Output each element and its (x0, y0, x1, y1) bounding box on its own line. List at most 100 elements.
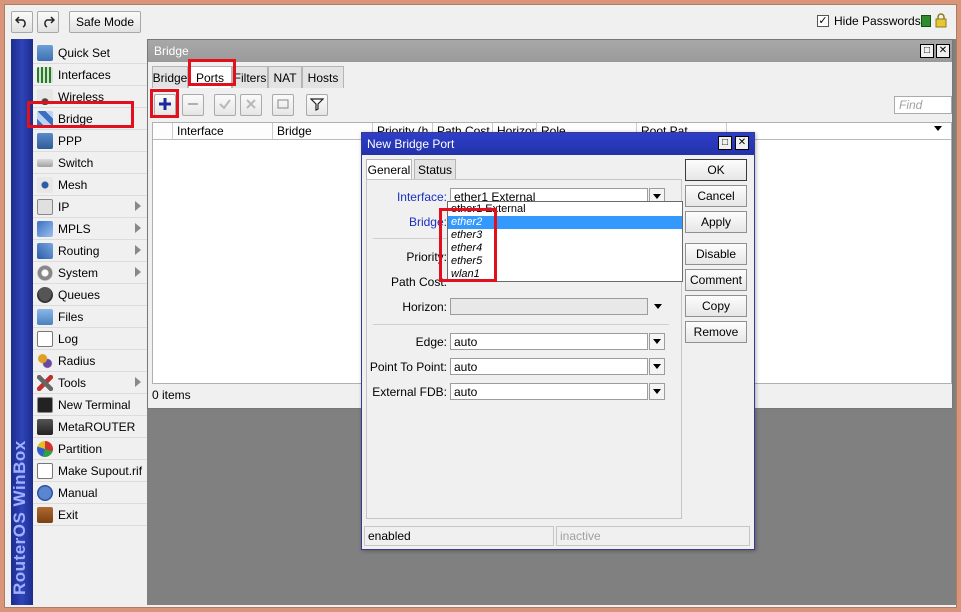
metarouter-icon (37, 418, 53, 435)
dropdown-option[interactable]: ether4 (448, 242, 682, 255)
disable-button[interactable] (240, 94, 262, 116)
sidebar-item-manual[interactable]: Manual (33, 482, 147, 504)
redo-button[interactable] (37, 11, 59, 33)
dialog-close-button[interactable]: ✕ (735, 136, 749, 150)
edge-dropdown-button[interactable] (649, 333, 665, 350)
sidebar-item-tools[interactable]: Tools (33, 372, 147, 394)
tools-icon (37, 374, 53, 391)
dropdown-option[interactable]: ether1 External (448, 203, 682, 216)
sidebar-item-new-terminal[interactable]: New Terminal (33, 394, 147, 416)
tab-status[interactable]: Status (414, 159, 456, 179)
tab-nat[interactable]: NAT (268, 66, 302, 88)
sidebar-item-routing[interactable]: Routing (33, 240, 147, 262)
horizon-dropdown-icon[interactable] (654, 304, 662, 309)
sidebar-item-partition[interactable]: Partition (33, 438, 147, 460)
comment-button[interactable] (272, 94, 294, 116)
sidebar-item-queues[interactable]: Queues (33, 284, 147, 306)
cancel-button[interactable]: Cancel (685, 185, 747, 207)
comment-button[interactable]: Comment (685, 269, 747, 291)
sidebar-item-radius[interactable]: Radius (33, 350, 147, 372)
submenu-arrow-icon (135, 377, 141, 387)
mesh-icon (37, 176, 53, 193)
sidebar-item-quick-set[interactable]: Quick Set (33, 42, 147, 64)
sidebar-item-mpls[interactable]: MPLS (33, 218, 147, 240)
sidebar-item-wireless[interactable]: Wireless (33, 86, 147, 108)
horizon-label: Horizon: (402, 300, 447, 314)
sidebar-item-log[interactable]: Log (33, 328, 147, 350)
ext-fdb-dropdown-button[interactable] (649, 383, 665, 400)
tab-ports[interactable]: Ports (188, 66, 232, 88)
sidebar-item-ip[interactable]: IP (33, 196, 147, 218)
radius-icon (37, 352, 53, 369)
sidebar-item-bridge[interactable]: Bridge (33, 108, 147, 130)
sidebar-item-interfaces[interactable]: Interfaces (33, 64, 147, 86)
sidebar-item-exit[interactable]: Exit (33, 504, 147, 526)
routing-icon (37, 242, 53, 259)
exit-icon (37, 506, 53, 523)
sidebar-item-files[interactable]: Files (33, 306, 147, 328)
add-button[interactable] (154, 94, 176, 116)
point-to-point-select[interactable]: auto (450, 358, 648, 375)
edge-label: Edge: (415, 335, 447, 349)
sidebar-item-metarouter[interactable]: MetaROUTER (33, 416, 147, 438)
sidebar-item-label: Routing (58, 243, 100, 258)
item-count: 0 items (152, 388, 191, 402)
new-bridge-port-dialog: New Bridge Port □ ✕ General Status Inter… (361, 132, 755, 550)
check-icon (218, 97, 232, 114)
sidebar-item-system[interactable]: System (33, 262, 147, 284)
dialog-maximize-button[interactable]: □ (718, 136, 732, 150)
sidebar-item-make-supout[interactable]: Make Supout.rif (33, 460, 147, 482)
sidebar-item-label: Quick Set (58, 45, 111, 60)
lock-icon (935, 13, 947, 31)
x-icon (244, 97, 258, 114)
submenu-arrow-icon (135, 201, 141, 211)
dropdown-option[interactable]: wlan1 (448, 268, 682, 281)
sidebar-item-label: Make Supout.rif (58, 463, 143, 478)
sidebar-item-label: MetaROUTER (58, 419, 136, 434)
point-to-point-label: Point To Point: (369, 360, 447, 374)
sidebar-item-label: Interfaces (58, 67, 111, 82)
column-header-bridge[interactable]: Bridge (273, 123, 373, 139)
safe-mode-button[interactable]: Safe Mode (69, 11, 141, 33)
tab-bridge[interactable]: Bridge (152, 66, 188, 88)
status-green-icon (921, 15, 931, 27)
sidebar-item-label: MPLS (58, 221, 91, 236)
ok-button[interactable]: OK (685, 159, 747, 181)
help-icon (37, 484, 53, 501)
ip-icon (37, 198, 53, 215)
filter-button[interactable] (306, 94, 328, 116)
apply-button[interactable]: Apply (685, 211, 747, 233)
maximize-button[interactable]: □ (920, 44, 934, 58)
enable-button[interactable] (214, 94, 236, 116)
remove-button[interactable] (182, 94, 204, 116)
sidebar-item-ppp[interactable]: PPP (33, 130, 147, 152)
column-menu-icon[interactable] (934, 126, 942, 131)
p2p-dropdown-button[interactable] (649, 358, 665, 375)
undo-button[interactable] (11, 11, 33, 33)
sidebar-item-switch[interactable]: Switch (33, 152, 147, 174)
status-inactive: inactive (556, 526, 750, 546)
column-header-interface[interactable]: Interface (173, 123, 273, 139)
wireless-icon (37, 88, 53, 105)
dropdown-option-selected[interactable]: ether2 (448, 216, 682, 229)
copy-button[interactable]: Copy (685, 295, 747, 317)
horizon-input[interactable] (450, 298, 648, 315)
edge-select[interactable]: auto (450, 333, 648, 350)
hide-passwords-checkbox[interactable]: ✓ (817, 15, 829, 27)
close-button[interactable]: ✕ (936, 44, 950, 58)
dropdown-option[interactable]: ether5 (448, 255, 682, 268)
tab-general[interactable]: General (366, 159, 412, 180)
submenu-arrow-icon (135, 267, 141, 277)
tab-filters[interactable]: Filters (232, 66, 268, 88)
find-input[interactable]: Find (894, 96, 952, 114)
filter-icon (309, 97, 325, 114)
queues-icon (37, 286, 53, 303)
remove-button[interactable]: Remove (685, 321, 747, 343)
mpls-icon (37, 220, 53, 237)
disable-button[interactable]: Disable (685, 243, 747, 265)
dropdown-option[interactable]: ether3 (448, 229, 682, 242)
dialog-title: New Bridge Port (362, 133, 754, 155)
tab-hosts[interactable]: Hosts (302, 66, 344, 88)
external-fdb-select[interactable]: auto (450, 383, 648, 400)
sidebar-item-mesh[interactable]: Mesh (33, 174, 147, 196)
